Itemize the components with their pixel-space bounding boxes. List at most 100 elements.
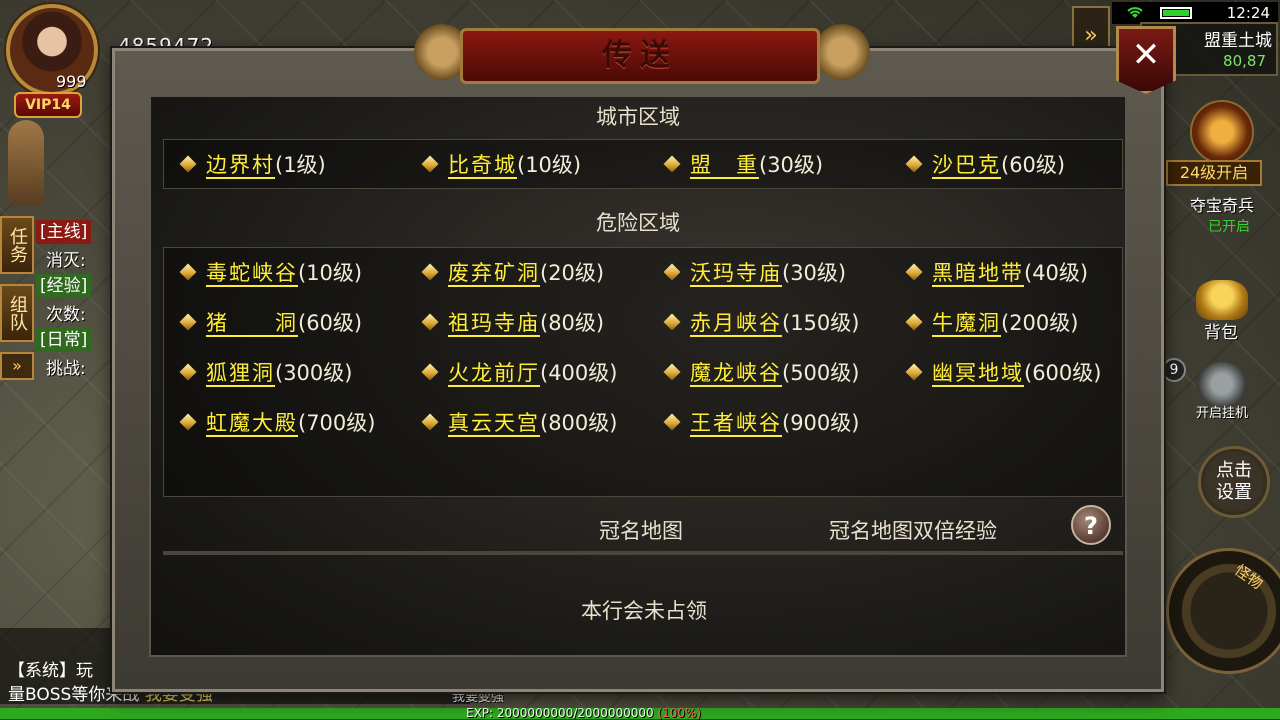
teleport-dialog: 城市区域 边界村(1级) 比奇城(10级) 盟 重(30级) 沙巴克(60级) … — [112, 48, 1164, 692]
quest-tracker[interactable]: [主线] 消灭: [经验] 次数: [日常] 挑战: — [36, 220, 116, 382]
destination-level: (300级) — [275, 361, 353, 385]
named-map-bonus: 冠名地图双倍经验 — [829, 519, 997, 543]
destination-name[interactable]: 幽冥地域 — [932, 361, 1024, 387]
chat-text: 【系统】玩 — [8, 661, 93, 681]
destination-level: (30级) — [759, 153, 824, 177]
tab-team[interactable]: 组队 — [0, 284, 34, 342]
destination-name[interactable]: 魔龙峡谷 — [690, 361, 782, 387]
destination-danger[interactable]: 牛魔洞(200级) — [905, 308, 1079, 338]
destination-danger[interactable]: 火龙前厅(400级) — [421, 358, 618, 388]
destination-danger[interactable]: 黑暗地带(40级) — [905, 258, 1089, 288]
diamond-icon — [179, 313, 197, 331]
named-map-label: 冠名地图 — [599, 519, 683, 543]
player-level: 999 — [56, 72, 87, 91]
auto-battle-icon[interactable] — [1196, 362, 1248, 406]
destination-danger[interactable]: 真云天宫(800级) — [421, 408, 618, 438]
destination-level: (200级) — [1001, 311, 1079, 335]
destination-name[interactable]: 真云天宫 — [448, 411, 540, 437]
dialog-title: 传送 — [460, 28, 820, 84]
bag-icon[interactable] — [1196, 280, 1248, 320]
city-section-title: 城市区域 — [596, 105, 680, 129]
destination-city[interactable]: 沙巴克(60级) — [905, 150, 1065, 180]
diamond-icon — [179, 363, 197, 381]
close-button[interactable]: ✕ — [1116, 26, 1176, 94]
destination-city[interactable]: 比奇城(10级) — [421, 150, 582, 180]
destination-city[interactable]: 边界村(1级) — [179, 150, 326, 180]
destination-level: (1级) — [275, 153, 326, 177]
diamond-icon — [421, 363, 439, 381]
destination-danger[interactable]: 毒蛇峡谷(10级) — [179, 258, 362, 288]
dialog-content: 城市区域 边界村(1级) 比奇城(10级) 盟 重(30级) 沙巴克(60级) … — [149, 95, 1127, 657]
destination-level: (10级) — [517, 153, 582, 177]
hero-portrait[interactable] — [8, 120, 44, 206]
destination-level: (40级) — [1024, 261, 1089, 285]
destination-danger[interactable]: 猪 洞(60级) — [179, 308, 362, 338]
destination-name[interactable]: 黑暗地带 — [932, 261, 1024, 287]
destination-name[interactable]: 毒蛇峡谷 — [206, 261, 298, 287]
destination-danger[interactable]: 王者峡谷(900级) — [663, 408, 860, 438]
destination-level: (400级) — [540, 361, 618, 385]
exp-percent: (100%) — [657, 706, 702, 720]
destination-name[interactable]: 比奇城 — [448, 153, 517, 179]
destination-danger[interactable]: 狐狸洞(300级) — [179, 358, 353, 388]
clock: 12:24 — [1226, 4, 1270, 22]
destination-city[interactable]: 盟 重(30级) — [663, 150, 824, 180]
diamond-icon — [663, 413, 681, 431]
vip-badge[interactable]: VIP14 — [14, 92, 82, 118]
tab-quests[interactable]: 任务 — [0, 216, 34, 274]
quest-item[interactable]: [日常] 挑战: — [36, 328, 116, 382]
destination-danger[interactable]: 虹魔大殿(700级) — [179, 408, 375, 438]
map-name: 盟重土城 — [1204, 31, 1272, 51]
destination-name[interactable]: 沃玛寺庙 — [690, 261, 782, 287]
treasure-hunt-label[interactable]: 夺宝奇兵 — [1190, 192, 1254, 216]
destination-level: (600级) — [1024, 361, 1102, 385]
destination-level: (900级) — [782, 411, 860, 435]
destination-name[interactable]: 废弃矿洞 — [448, 261, 540, 287]
destination-name[interactable]: 牛魔洞 — [932, 311, 1001, 337]
diamond-icon — [663, 313, 681, 331]
wifi-icon — [1127, 7, 1143, 18]
auto-battle-label[interactable]: 开启挂机 — [1196, 402, 1248, 421]
destination-name[interactable]: 赤月峡谷 — [690, 311, 782, 337]
destination-name[interactable]: 狐狸洞 — [206, 361, 275, 387]
diamond-icon — [905, 263, 923, 281]
diamond-icon — [421, 413, 439, 431]
destination-danger[interactable]: 祖玛寺庙(80级) — [421, 308, 605, 338]
chat-line: 【系统】玩 — [8, 656, 93, 681]
diamond-icon — [663, 263, 681, 281]
destination-name[interactable]: 虹魔大殿 — [206, 411, 298, 437]
quest-item[interactable]: [主线] 消灭: — [36, 220, 116, 274]
destination-danger[interactable]: 魔龙峡谷(500级) — [663, 358, 860, 388]
destination-danger[interactable]: 赤月峡谷(150级) — [663, 308, 859, 338]
destination-name[interactable]: 王者峡谷 — [690, 411, 782, 437]
diamond-icon — [905, 155, 923, 173]
destination-name[interactable]: 猪 洞 — [206, 311, 298, 337]
skill-wheel[interactable] — [1166, 548, 1280, 674]
destination-level: (20级) — [540, 261, 605, 285]
destination-level: (500级) — [782, 361, 860, 385]
destination-name[interactable]: 边界村 — [206, 153, 275, 179]
destination-name[interactable]: 沙巴克 — [932, 153, 1001, 179]
destination-level: (30级) — [782, 261, 847, 285]
destination-level: (800级) — [540, 411, 618, 435]
treasure-hunt-icon[interactable] — [1190, 100, 1254, 164]
destination-danger[interactable]: 幽冥地域(600级) — [905, 358, 1102, 388]
destination-name[interactable]: 盟 重 — [690, 153, 759, 179]
quest-text: 挑战: — [46, 359, 86, 379]
level-unlock-badge: 24级开启 — [1166, 160, 1262, 186]
device-status-bar: 12:24 — [1112, 2, 1278, 24]
destination-danger[interactable]: 沃玛寺庙(30级) — [663, 258, 847, 288]
tap-settings-button[interactable]: 点击 设置 — [1198, 446, 1270, 518]
destination-level: (80级) — [540, 311, 605, 335]
quest-item[interactable]: [经验] 次数: — [36, 274, 116, 328]
diamond-icon — [663, 363, 681, 381]
diamond-icon — [905, 363, 923, 381]
bag-label[interactable]: 背包 — [1204, 318, 1238, 343]
expand-arrow-button[interactable]: » — [0, 352, 34, 380]
destination-name[interactable]: 祖玛寺庙 — [448, 311, 540, 337]
destination-name[interactable]: 火龙前厅 — [448, 361, 540, 387]
help-icon[interactable]: ? — [1071, 505, 1111, 545]
treasure-hunt-status: 已开启 — [1208, 219, 1250, 235]
destination-danger[interactable]: 废弃矿洞(20级) — [421, 258, 605, 288]
quest-tag: [主线] — [36, 220, 92, 244]
